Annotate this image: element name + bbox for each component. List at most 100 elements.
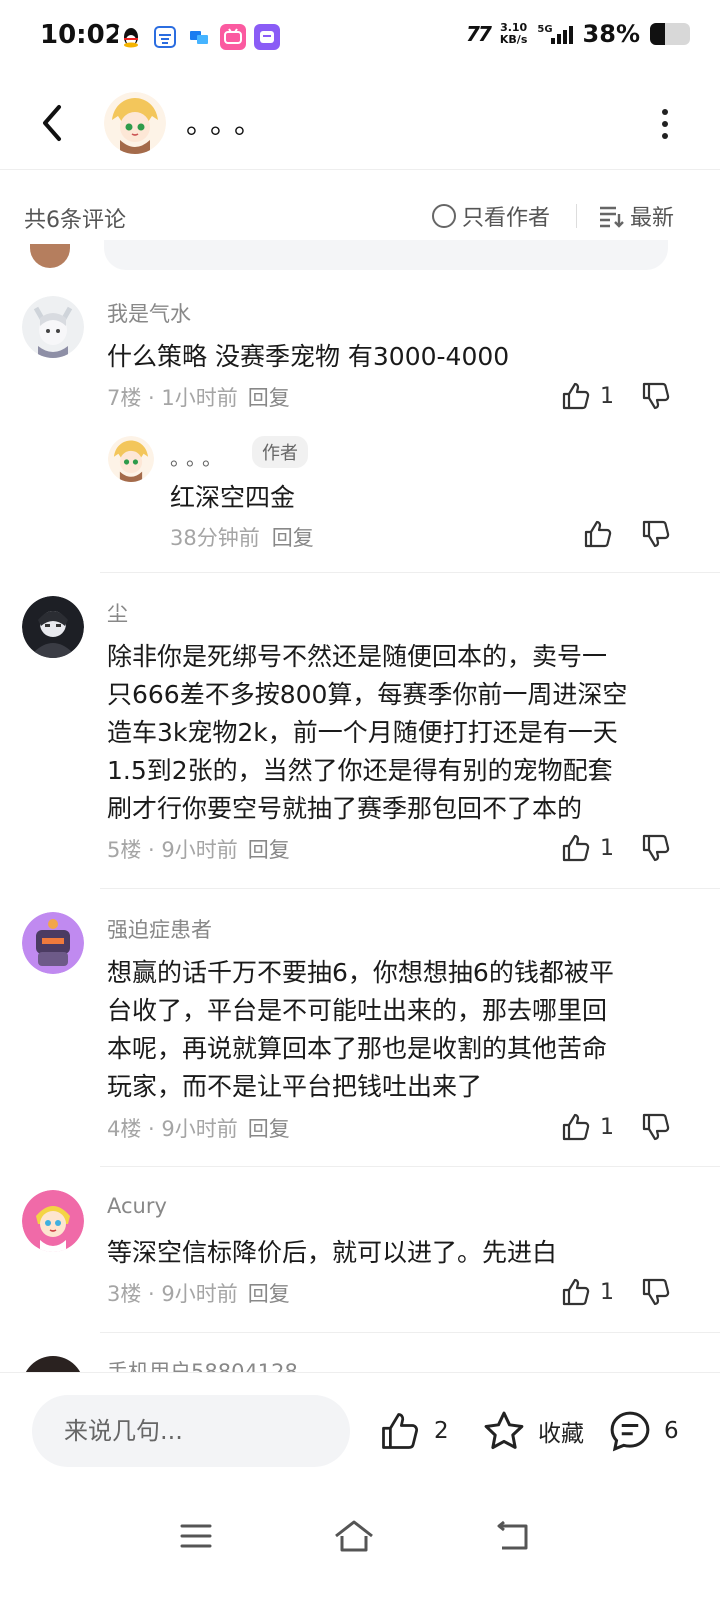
page: 10:02 77 3.10 KB/s 5G 38% 。。。 共6条评论 只看作者… (0, 0, 720, 1600)
thumb-up-icon (562, 834, 590, 862)
back-button[interactable] (32, 98, 72, 148)
divider (576, 204, 577, 228)
dislike-button[interactable] (640, 1276, 672, 1308)
dislike-button[interactable] (640, 1111, 672, 1143)
divider (100, 1166, 720, 1167)
back-nav-icon[interactable] (490, 1514, 534, 1558)
thumb-down-icon (642, 520, 670, 548)
sort-label: 最新 (630, 206, 675, 231)
qq-icon (118, 24, 144, 50)
collect-label: 收藏 (538, 1421, 584, 1447)
thumb-up-icon (382, 1413, 419, 1449)
avatar (30, 244, 70, 268)
avatar[interactable] (22, 596, 84, 658)
like-button[interactable]: 1 (560, 832, 614, 864)
previous-reply-card (104, 240, 668, 270)
like-count: 1 (600, 1114, 614, 1140)
comment-text: 想赢的话千万不要抽6，你想想抽6的钱都被平 台收了，平台是不可能吐出来的，那去哪… (107, 958, 614, 1101)
home-nav-icon[interactable] (332, 1514, 376, 1558)
divider (100, 888, 720, 889)
like-button[interactable]: 1 (560, 380, 614, 412)
like-count: 1 (600, 1279, 614, 1305)
post-like-count: 2 (434, 1418, 449, 1444)
thumb-up-icon (562, 1278, 590, 1306)
battery-percent: 38% (582, 20, 640, 48)
avatar[interactable] (22, 1190, 84, 1252)
reply-meta: 38分钟前 回复 (170, 526, 314, 550)
qianfan-app-icon (254, 24, 280, 50)
sort-button[interactable]: 最新 (598, 200, 674, 232)
reply-button[interactable]: 回复 (248, 838, 290, 862)
comment-meta: 7楼 · 1小时前 回复 (107, 386, 290, 410)
comment-author[interactable]: 强迫症患者 (107, 914, 212, 944)
system-nav-bar (0, 1490, 720, 1600)
thumb-down-icon (642, 382, 670, 410)
more-dots-icon (662, 109, 668, 115)
reply-author[interactable]: 。。。 (170, 442, 228, 471)
thumb-down-icon (642, 1113, 670, 1141)
like-count: 1 (600, 835, 614, 861)
dislike-button[interactable] (640, 380, 672, 412)
like-count: 1 (600, 383, 614, 409)
thumb-up-icon (562, 382, 590, 410)
comment-meta: 5楼 · 9小时前 回复 (107, 838, 290, 862)
like-button[interactable]: 1 (560, 1111, 614, 1143)
like-button[interactable] (582, 518, 614, 550)
menu-nav-icon[interactable] (174, 1514, 218, 1558)
only-author-label: 只看作者 (462, 206, 551, 231)
post-like-button[interactable]: 2 (378, 1409, 449, 1453)
star-icon (484, 1411, 524, 1450)
signal-icon: 5G (537, 24, 573, 44)
thumb-up-icon (562, 1113, 590, 1141)
reply-text: 红深空四金 (170, 483, 296, 512)
bilibili-icon (220, 24, 246, 50)
sort-icon (600, 206, 624, 228)
comment-total: 6 (664, 1418, 679, 1444)
avatar[interactable] (22, 912, 84, 974)
reply-button[interactable]: 回复 (248, 386, 290, 410)
comment-bubble-icon (610, 1411, 650, 1452)
divider (100, 1332, 720, 1333)
more-button[interactable] (650, 106, 680, 142)
comment-text: 什么策略 没赛季宠物 有3000-4000 (107, 342, 510, 371)
network-logo: 77 (466, 22, 492, 46)
thumb-down-icon (642, 834, 670, 862)
comments-button[interactable]: 6 (608, 1409, 679, 1453)
collect-button[interactable]: 收藏 (482, 1409, 584, 1453)
comment-author[interactable]: Acury (107, 1194, 167, 1218)
status-time: 10:02 (40, 20, 123, 50)
dislike-button[interactable] (640, 518, 672, 550)
avatar[interactable] (108, 436, 154, 482)
thumb-down-icon (642, 1278, 670, 1306)
comment-count: 共6条评论 (24, 208, 126, 233)
status-right: 77 3.10 KB/s 5G 38% (466, 20, 690, 48)
only-author-toggle[interactable]: 只看作者 (432, 200, 550, 232)
battery-icon (650, 23, 690, 45)
comment-input[interactable]: 来说几句... (32, 1395, 350, 1467)
comment-text: 等深空信标降价后，就可以进了。先进白 (107, 1238, 558, 1267)
comment-author[interactable]: 我是气水 (107, 298, 191, 328)
comment-meta: 3楼 · 9小时前 回复 (107, 1282, 290, 1306)
page-title: 。。。 (186, 107, 273, 140)
notification-icons (118, 24, 280, 50)
comment-text: 除非你是死绑号不然还是随便回本的，卖号一 只666差不多按800算，每赛季你前一… (107, 642, 628, 823)
dislike-button[interactable] (640, 832, 672, 864)
divider (100, 572, 720, 573)
like-button[interactable]: 1 (560, 1276, 614, 1308)
page-header: 。。。 (0, 76, 720, 170)
reply-button[interactable]: 回复 (272, 526, 314, 550)
author-badge: 作者 (252, 436, 308, 468)
reply-button[interactable]: 回复 (248, 1282, 290, 1306)
back-arrow-icon (43, 105, 61, 141)
author-avatar[interactable] (104, 92, 166, 154)
avatar[interactable] (22, 296, 84, 358)
comment-meta: 4楼 · 9小时前 回复 (107, 1117, 290, 1141)
reply-button[interactable]: 回复 (248, 1117, 290, 1141)
status-bar: 10:02 77 3.10 KB/s 5G 38% (0, 0, 720, 76)
comment-author[interactable]: 尘 (107, 598, 128, 628)
circle-icon (432, 204, 456, 228)
network-speed: 3.10 KB/s (499, 21, 528, 46)
windows-app-icon (186, 24, 212, 50)
thumb-up-icon (584, 520, 612, 548)
cloud-app-icon (152, 24, 178, 50)
